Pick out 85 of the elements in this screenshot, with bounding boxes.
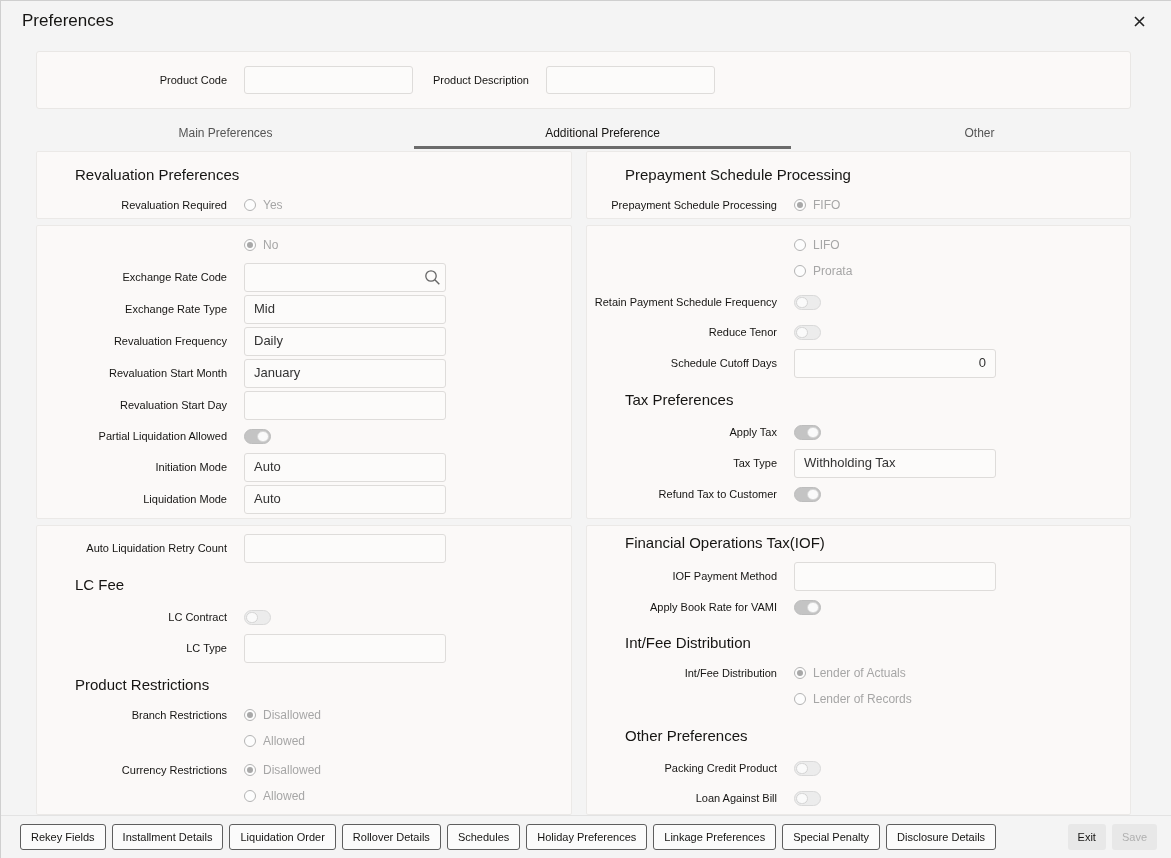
radio-label: FIFO: [813, 197, 841, 214]
field-label: LC Type: [186, 640, 227, 656]
field-label: Refund Tax to Customer: [658, 486, 777, 502]
close-icon[interactable]: [1134, 15, 1145, 27]
field-label: IOF Payment Method: [672, 568, 777, 584]
action-button[interactable]: Liquidation Order: [229, 824, 336, 850]
section-heading: Other Preferences: [625, 726, 748, 746]
toggle-switch[interactable]: [794, 486, 821, 502]
toggle-switch[interactable]: [794, 424, 821, 440]
field-label: Currency Restrictions: [121, 762, 227, 778]
text-field[interactable]: Withholding Tax: [794, 448, 996, 478]
field-label: Initiation Mode: [155, 459, 227, 475]
window-title: Preferences: [22, 10, 114, 33]
field-label: Tax Type: [733, 455, 777, 471]
radio-label: Lender of Records: [813, 691, 912, 708]
field-label: Product Description: [433, 72, 529, 88]
section-heading: Revaluation Preferences: [75, 165, 240, 185]
section-heading: LC Fee: [75, 575, 125, 595]
field-label: Apply Book Rate for VAMI: [650, 599, 777, 615]
radio-label: LIFO: [813, 237, 840, 254]
field-label: Revaluation Start Day: [120, 397, 227, 413]
action-button[interactable]: Exit: [1067, 824, 1106, 850]
field-label: LC Contract: [168, 609, 227, 625]
tab[interactable]: Other: [791, 119, 1168, 149]
toggle-switch[interactable]: [794, 324, 821, 340]
text-field[interactable]: Auto: [244, 484, 446, 514]
toggle-switch[interactable]: [794, 760, 821, 776]
field-label: Revaluation Frequency: [113, 333, 227, 349]
field-label: Revaluation Required: [121, 197, 227, 213]
field-label: Prepayment Schedule Processing: [611, 197, 777, 213]
radio-label: Lender of Actuals: [813, 665, 906, 682]
radio-label: Allowed: [263, 733, 306, 750]
field-label: Branch Restrictions: [131, 707, 227, 723]
field-label: Loan Against Bill: [695, 790, 777, 806]
action-button[interactable]: Schedules: [446, 824, 521, 850]
toggle-switch[interactable]: [794, 790, 821, 806]
radio-label: Yes: [263, 197, 283, 214]
text-field[interactable]: [244, 66, 413, 94]
radio-label: Prorata: [813, 263, 853, 280]
toggle-switch[interactable]: [794, 599, 821, 615]
text-field[interactable]: [546, 66, 715, 94]
toggle-switch[interactable]: [244, 428, 271, 444]
section-heading: Int/Fee Distribution: [625, 633, 751, 653]
action-button[interactable]: Disclosure Details: [886, 824, 997, 850]
section-heading: Product Restrictions: [75, 675, 210, 695]
text-field[interactable]: Daily: [244, 326, 446, 356]
radio-label: Disallowed: [263, 707, 322, 724]
text-field[interactable]: [244, 533, 446, 563]
field-label: Liquidation Mode: [143, 491, 227, 507]
field-label: Retain Payment Schedule Frequency: [594, 294, 777, 310]
field-label: Schedule Cutoff Days: [670, 355, 777, 371]
section-heading: Tax Preferences: [625, 390, 734, 410]
text-field[interactable]: 0: [794, 348, 996, 378]
radio-label: Disallowed: [263, 762, 322, 779]
section-heading: Prepayment Schedule Processing: [625, 165, 851, 185]
toggle-switch[interactable]: [244, 609, 271, 625]
field-label: Product Code: [159, 72, 227, 88]
field-label: Int/Fee Distribution: [684, 665, 777, 681]
field-label: Auto Liquidation Retry Count: [86, 540, 227, 556]
field-label: Reduce Tenor: [708, 324, 777, 340]
text-field[interactable]: [794, 561, 996, 591]
field-label: Packing Credit Product: [664, 760, 777, 776]
action-button[interactable]: Rekey Fields: [20, 824, 106, 850]
tab[interactable]: Main Preferences: [37, 119, 414, 149]
text-field[interactable]: [244, 390, 446, 420]
field-label: Exchange Rate Type: [125, 301, 227, 317]
action-button[interactable]: Special Penalty: [782, 824, 881, 850]
lookup-field[interactable]: [244, 262, 446, 292]
text-field[interactable]: Auto: [244, 452, 446, 482]
radio-label: Allowed: [263, 788, 306, 805]
action-button[interactable]: Installment Details: [111, 824, 224, 850]
action-button[interactable]: Holiday Preferences: [526, 824, 648, 850]
field-label: Partial Liquidation Allowed: [98, 428, 227, 444]
field-label: Apply Tax: [729, 424, 777, 440]
action-button[interactable]: Rollover Details: [341, 824, 441, 850]
radio-label: No: [263, 237, 279, 254]
field-label: Revaluation Start Month: [109, 365, 227, 381]
field-label: Exchange Rate Code: [122, 269, 227, 285]
text-field[interactable]: January: [244, 358, 446, 388]
section-heading: Financial Operations Tax(IOF): [625, 533, 825, 553]
action-button[interactable]: Linkage Preferences: [653, 824, 777, 850]
search-icon[interactable]: [425, 269, 440, 285]
text-field[interactable]: Mid: [244, 294, 446, 324]
toggle-switch[interactable]: [794, 294, 821, 310]
text-field[interactable]: [244, 633, 446, 663]
